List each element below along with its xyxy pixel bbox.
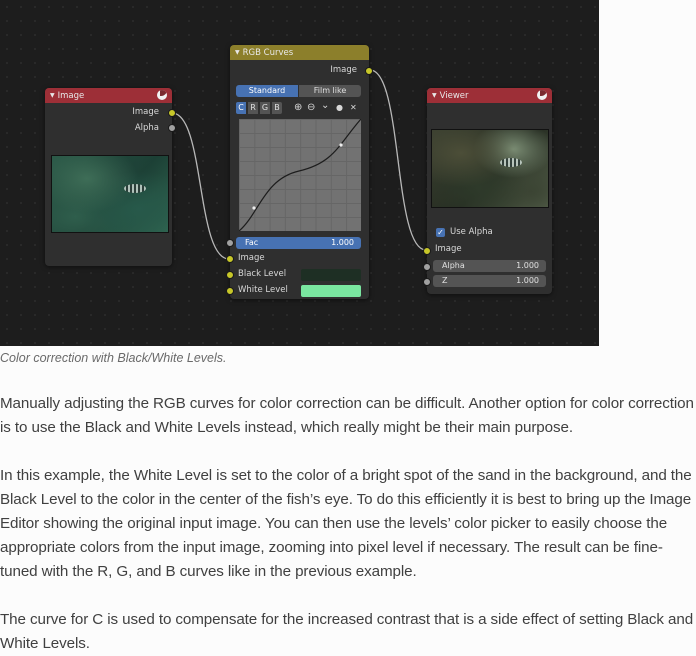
rgb-curves-node[interactable]: ▼ RGB Curves Image Standard Film like C R… — [226, 45, 373, 299]
viewer-image-socket[interactable] — [423, 247, 431, 255]
channel-tabs: C R G B — [236, 102, 286, 114]
image-node-title: Image — [57, 91, 85, 101]
checkmark-icon: ✓ — [437, 228, 444, 237]
use-alpha-checkbox[interactable]: ✓ — [436, 228, 445, 237]
mode-film-like-button[interactable]: Film like — [299, 85, 361, 97]
viewer-z-label: Z — [442, 276, 448, 285]
curves-output-label: Image — [330, 65, 357, 75]
black-level-label: Black Level — [238, 269, 287, 279]
collapse-triangle-icon[interactable]: ▼ — [235, 49, 240, 56]
curve-line — [239, 119, 361, 231]
link-image-to-curves — [171, 112, 230, 260]
zoom-out-icon[interactable]: ⊖ — [307, 102, 315, 113]
channel-c-tab[interactable]: C — [236, 102, 246, 114]
white-level-label: White Level — [238, 285, 288, 295]
viewer-alpha-field[interactable]: Alpha 1.000 — [433, 260, 546, 272]
viewer-node-header[interactable]: ▼ Viewer — [427, 88, 552, 103]
curve-graph[interactable] — [239, 119, 361, 231]
fish-shape — [500, 158, 522, 167]
viewer-node-title: Viewer — [439, 91, 469, 101]
paragraph-3: The curve for C is used to compensate fo… — [0, 611, 694, 652]
image-node[interactable]: ▼ Image Image Alpha — [45, 88, 176, 266]
image-output-socket[interactable] — [168, 109, 176, 117]
curve-point-high — [339, 143, 343, 147]
viewer-alpha-value: 1.000 — [516, 261, 539, 270]
use-alpha-label: Use Alpha — [450, 227, 493, 237]
viewer-node[interactable]: ▼ Viewer ✓ Use Alpha Image Alpha 1.000 Z … — [423, 88, 552, 294]
curves-image-input-socket[interactable] — [226, 255, 234, 263]
white-level-swatch[interactable] — [301, 285, 361, 297]
alpha-output-socket[interactable] — [168, 124, 176, 132]
viewer-alpha-socket[interactable] — [423, 263, 431, 271]
chevron-down-icon[interactable]: ⌄ — [321, 100, 329, 111]
fac-input-socket[interactable] — [226, 239, 234, 247]
fish-shape — [124, 184, 146, 193]
viewer-alpha-label: Alpha — [442, 261, 465, 270]
dot-icon[interactable]: ● — [336, 103, 343, 112]
image-thumbnail — [51, 155, 169, 233]
black-level-socket[interactable] — [226, 271, 234, 279]
rgb-curves-header[interactable]: ▼ RGB Curves — [230, 45, 369, 60]
curves-output-socket[interactable] — [365, 67, 373, 75]
paragraph-2: In this example, the White Level is set … — [0, 467, 692, 580]
paragraph-1: Manually adjusting the RGB curves for co… — [0, 395, 694, 436]
node-editor[interactable]: ▼ Image Image Alpha ▼ RGB Curves Image Sta… — [0, 0, 599, 346]
channel-b-tab[interactable]: B — [272, 102, 282, 114]
collapse-triangle-icon[interactable]: ▼ — [432, 92, 437, 99]
viewer-z-value: 1.000 — [516, 276, 539, 285]
image-node-header[interactable]: ▼ Image — [45, 88, 172, 103]
white-level-socket[interactable] — [226, 287, 234, 295]
image-output-label: Image — [132, 107, 159, 117]
rgb-curves-title: RGB Curves — [242, 48, 294, 58]
link-curves-to-viewer — [369, 69, 427, 251]
close-icon[interactable]: ✕ — [350, 103, 357, 112]
curves-image-input-label: Image — [238, 253, 265, 263]
globe-icon — [157, 90, 167, 100]
viewer-z-socket[interactable] — [423, 278, 431, 286]
channel-g-tab[interactable]: G — [260, 102, 270, 114]
collapse-triangle-icon[interactable]: ▼ — [50, 92, 55, 99]
fac-value: 1.000 — [331, 238, 354, 247]
viewer-image-label: Image — [435, 244, 462, 254]
channel-r-tab[interactable]: R — [248, 102, 258, 114]
alpha-output-label: Alpha — [134, 123, 159, 133]
zoom-in-icon[interactable]: ⊕ — [294, 102, 302, 113]
viewer-thumbnail — [431, 129, 549, 208]
fac-label: Fac — [245, 238, 259, 247]
viewer-z-field[interactable]: Z 1.000 — [433, 275, 546, 287]
curve-point-low — [252, 206, 256, 210]
figure-caption: Color correction with Black/White Levels… — [0, 351, 227, 365]
fac-field[interactable]: Fac 1.000 — [236, 237, 361, 249]
mode-standard-button[interactable]: Standard — [236, 85, 298, 97]
globe-icon — [537, 90, 547, 100]
black-level-swatch[interactable] — [301, 269, 361, 281]
